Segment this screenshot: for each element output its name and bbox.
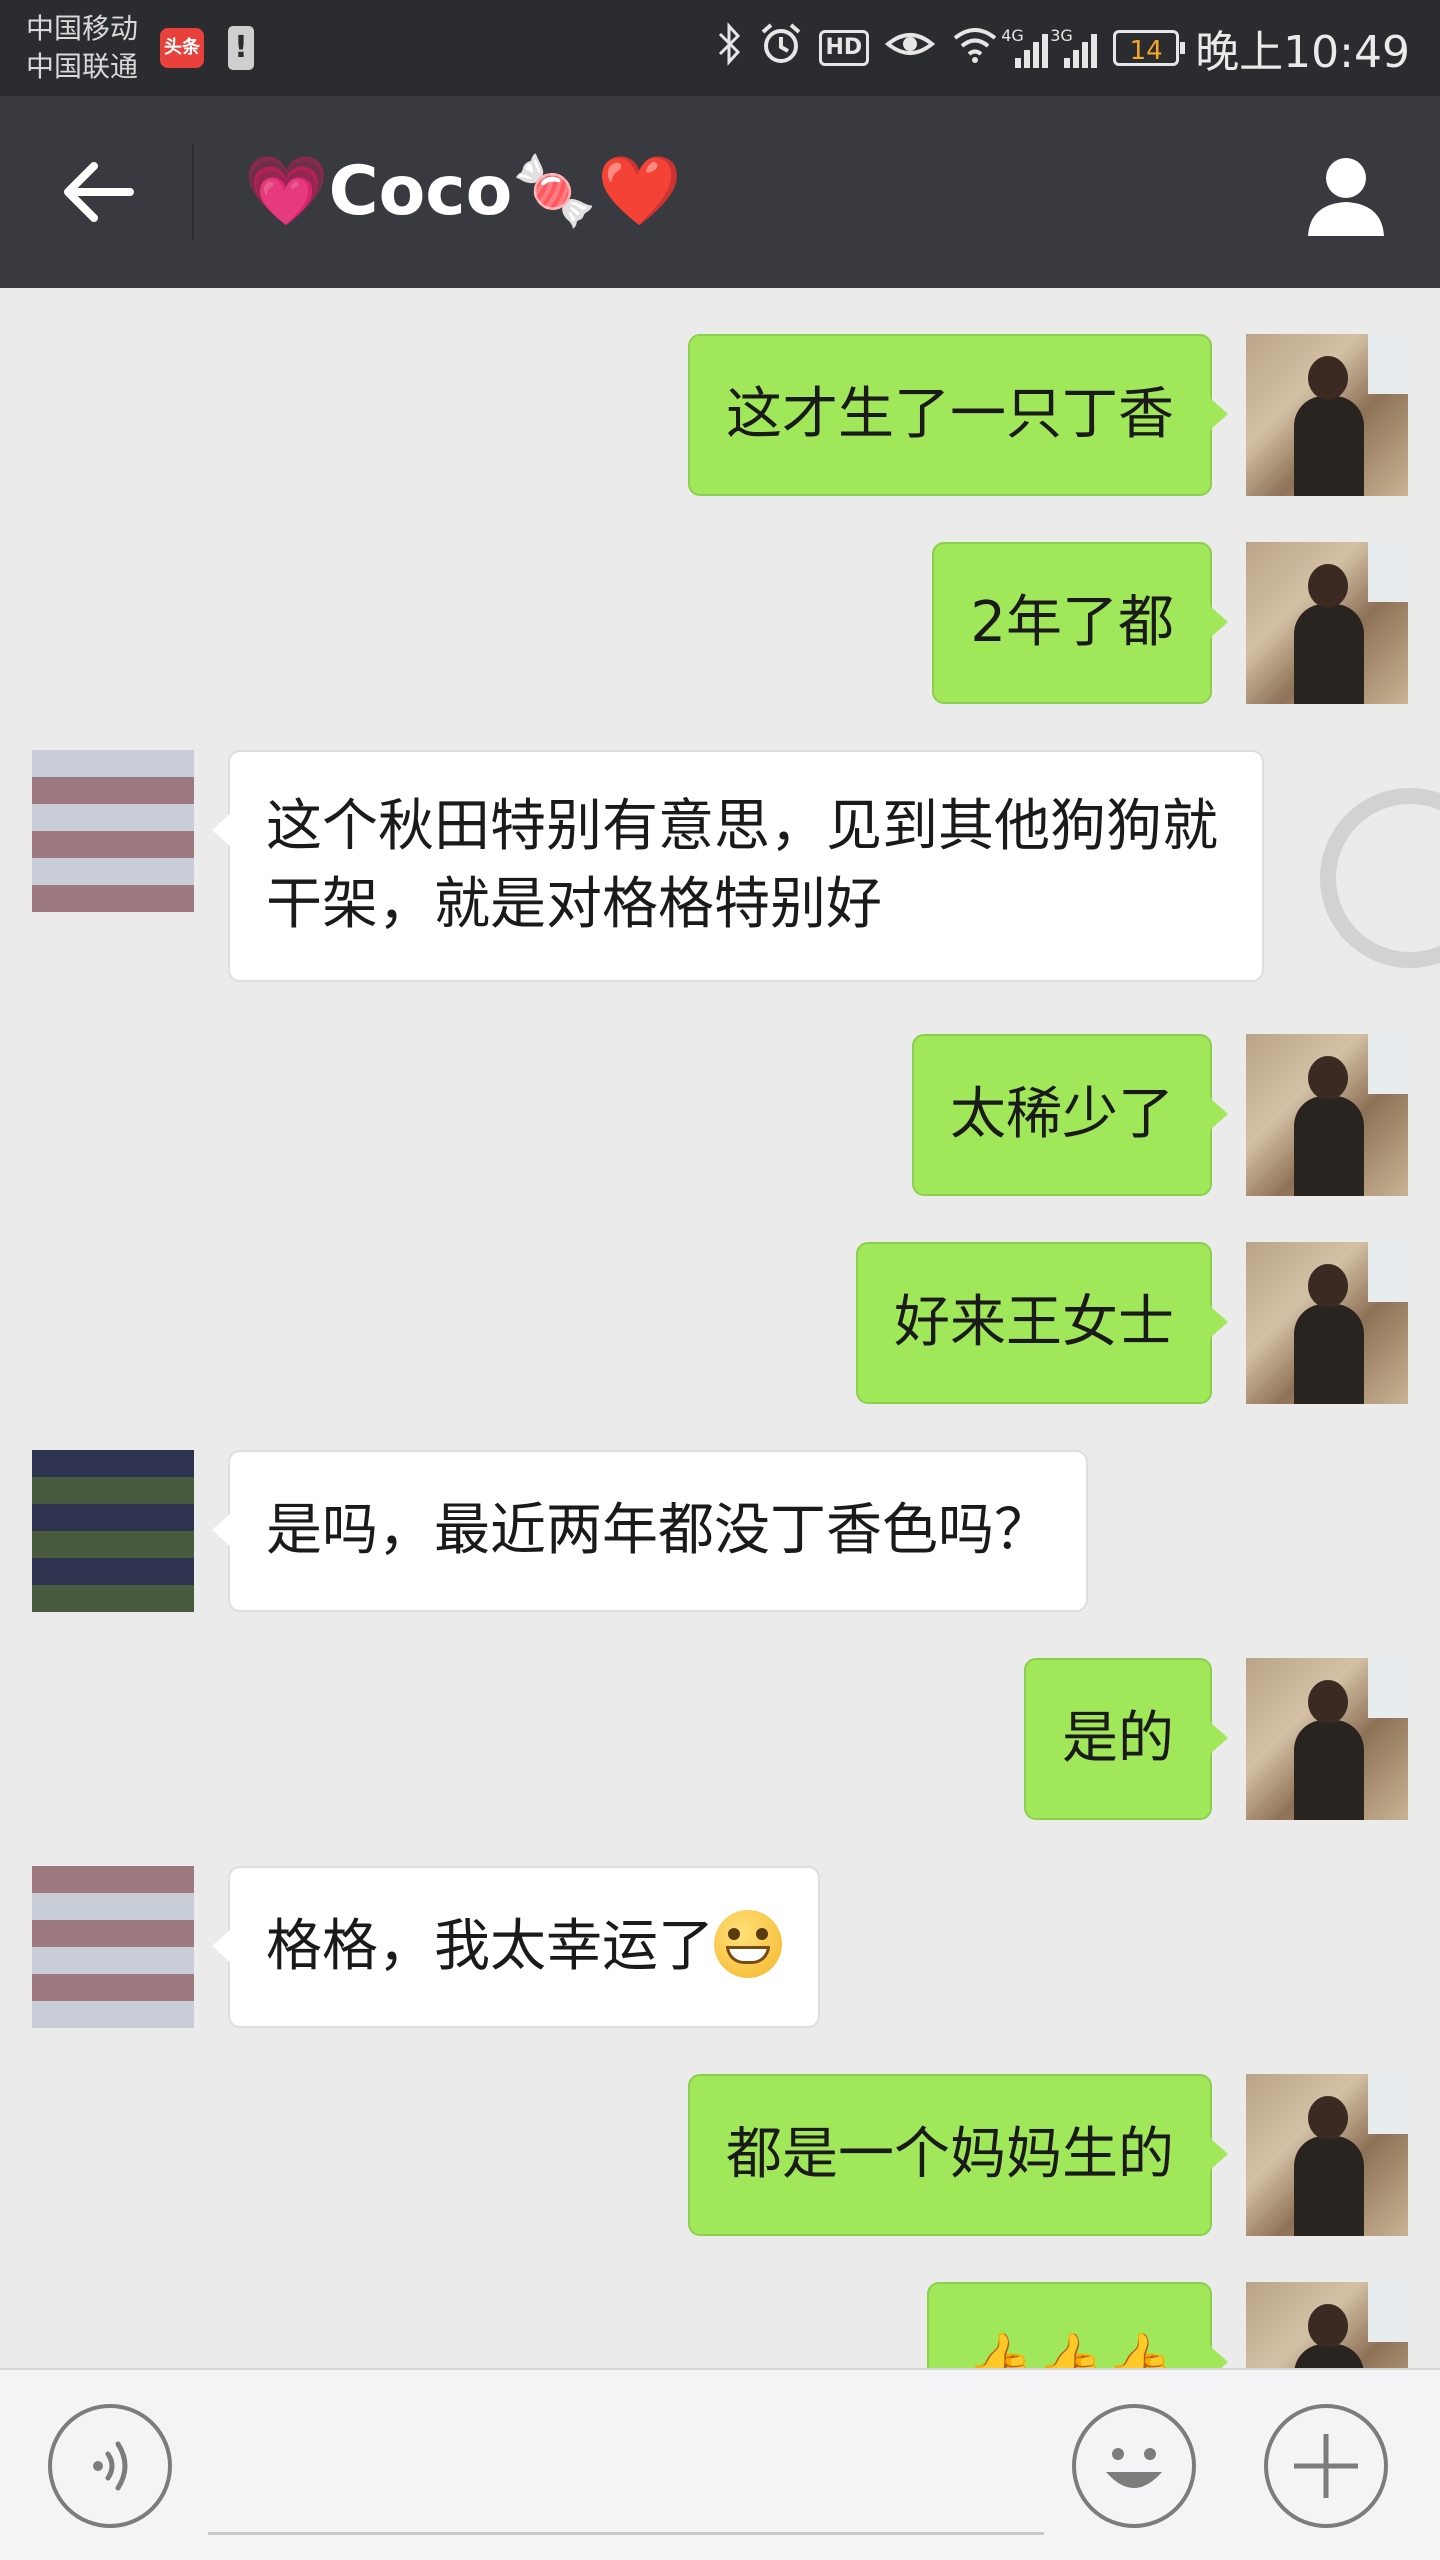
- chat-title: 💗 Coco 🍬 ❤️: [244, 96, 682, 288]
- message-list[interactable]: 这才生了一只丁香 2年了都 这个秋田特别有意思，见到其他狗狗就干架，就是对格格特…: [0, 288, 1440, 2368]
- my-avatar[interactable]: [1246, 1242, 1408, 1404]
- bluetooth-icon: [717, 21, 743, 75]
- header-divider: [192, 144, 194, 240]
- my-message-bubble[interactable]: 太稀少了: [912, 1034, 1228, 1196]
- status-bar: 中国移动 中国联通 头条 ! HD 4G 3G 14 晚上10:49: [0, 0, 1440, 96]
- my-avatar[interactable]: [1246, 1034, 1408, 1196]
- contact-name: Coco: [328, 152, 513, 231]
- their-message-bubble[interactable]: 格格，我太幸运了: [212, 1866, 820, 2028]
- candy-emoji: 🍬: [512, 152, 597, 231]
- status-time: 晚上10:49: [1195, 27, 1410, 78]
- emoji-button[interactable]: [1072, 2404, 1196, 2528]
- heart-emoji-left: 💗: [244, 152, 329, 231]
- my-message-bubble[interactable]: 👍👍👍: [926, 2282, 1229, 2368]
- chat-header: 💗 Coco 🍬 ❤️: [0, 96, 1440, 288]
- network-3g-label: 3G: [1050, 26, 1073, 45]
- contact-avatar[interactable]: [32, 1866, 194, 2028]
- voice-icon: [93, 2441, 128, 2491]
- battery-icon: 14: [1113, 30, 1186, 66]
- carrier-1: 中国移动: [26, 12, 139, 45]
- wifi-icon: [951, 24, 999, 72]
- grinning-face-icon: [714, 1909, 782, 1978]
- alert-icon: !: [228, 26, 254, 70]
- network-4g-label: 4G: [1001, 26, 1024, 45]
- status-icons: HD 4G 3G 14 晚上10:49: [717, 0, 1410, 96]
- alarm-icon: [759, 22, 803, 74]
- signal-3g-icon: 3G: [1050, 26, 1098, 68]
- my-message-bubble[interactable]: 是的: [1024, 1658, 1228, 1820]
- plus-icon: [1294, 2434, 1358, 2498]
- my-avatar[interactable]: [1246, 2074, 1408, 2236]
- emoji-icon: [1106, 2448, 1162, 2488]
- hd-voice-icon: HD: [818, 30, 870, 66]
- heart-emoji-right: ❤️: [597, 152, 682, 231]
- voice-button[interactable]: [48, 2404, 172, 2528]
- my-avatar[interactable]: [1246, 2282, 1408, 2368]
- my-message-bubble[interactable]: 好来王女士: [856, 1242, 1228, 1404]
- signal-4g-icon: 4G: [1001, 26, 1049, 68]
- my-message-bubble[interactable]: 2年了都: [932, 542, 1228, 704]
- my-message-bubble[interactable]: 都是一个妈妈生的: [688, 2074, 1228, 2236]
- more-options-button[interactable]: [1264, 2404, 1388, 2528]
- back-button[interactable]: [50, 142, 150, 242]
- toutiao-app-icon: 头条: [160, 28, 204, 68]
- back-arrow-icon: [64, 162, 134, 222]
- my-avatar[interactable]: [1246, 542, 1408, 704]
- my-avatar[interactable]: [1246, 334, 1408, 496]
- contact-avatar[interactable]: [32, 750, 194, 912]
- contact-avatar[interactable]: [32, 1450, 194, 1612]
- eye-icon: [885, 26, 936, 70]
- scroll-indicator: [1320, 788, 1440, 968]
- their-message-bubble[interactable]: 这个秋田特别有意思，见到其他狗狗就干架，就是对格格特别好: [212, 750, 1264, 982]
- their-message-bubble[interactable]: 是吗，最近两年都没丁香色吗？: [212, 1450, 1088, 1612]
- my-message-bubble[interactable]: 这才生了一只丁香: [688, 334, 1228, 496]
- carrier-2: 中国联通: [26, 50, 139, 83]
- input-bar: [0, 2368, 1440, 2560]
- profile-button[interactable]: [1296, 144, 1396, 244]
- message-input[interactable]: [208, 2400, 1044, 2535]
- message-text: 格格，我太幸运了: [266, 1914, 714, 1979]
- carrier-labels: 中国移动 中国联通: [26, 10, 138, 86]
- person-icon: [1308, 158, 1384, 236]
- my-avatar[interactable]: [1246, 1658, 1408, 1820]
